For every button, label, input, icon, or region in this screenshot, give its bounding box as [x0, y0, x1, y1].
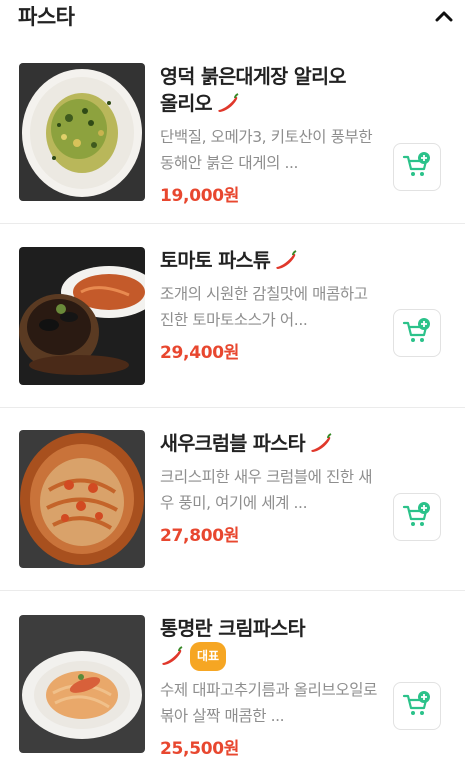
add-to-cart-button[interactable]: [393, 682, 441, 730]
menu-item[interactable]: 통명란 크림파스타 대표 수제 대파고추기름과 올리브오일로 볶아 살짝 매콤한…: [0, 591, 465, 781]
add-to-cart-button[interactable]: [393, 143, 441, 191]
section-header[interactable]: 파스타: [0, 0, 465, 34]
menu-item-name: 새우크럼블 파스타: [160, 430, 385, 460]
menu-item-photo: [19, 63, 145, 201]
add-to-cart-button[interactable]: [393, 493, 441, 541]
signature-badge: 대표: [190, 642, 227, 671]
menu-item-name-line1: 통명란 크림파스타: [160, 617, 306, 640]
menu-item-name-line1: 토마토 파스튜: [160, 249, 271, 272]
menu-item-photo: [19, 615, 145, 753]
menu-item[interactable]: 새우크럼블 파스타 크리스피한 새우 크럼블에 진한 새우 풍미, 여기에 세계…: [0, 408, 465, 591]
menu-item[interactable]: 영덕 붉은대게장 알리오 올리오 단백질, 오메가3, 키토산이 풍부한 동해안…: [0, 34, 465, 224]
cart-plus-icon: [402, 151, 432, 183]
chili-pepper-icon: [216, 93, 240, 120]
menu-item-price: 27,800원: [160, 526, 240, 546]
menu-item-photo: [19, 430, 145, 568]
menu-item-photo: [19, 247, 145, 385]
chili-pepper-icon: [160, 646, 184, 673]
chili-pepper-icon: [309, 433, 333, 460]
cart-plus-icon: [402, 690, 432, 722]
menu-item-name-line2: 올리오: [160, 92, 213, 115]
menu-item-name-line1: 영덕 붉은대게장 알리오: [160, 65, 346, 88]
menu-item-price: 19,000원: [160, 186, 240, 206]
add-to-cart-button[interactable]: [393, 309, 441, 357]
menu-item-name: 통명란 크림파스타 대표: [160, 615, 385, 673]
section-title: 파스타: [18, 5, 75, 29]
chevron-up-icon[interactable]: [433, 5, 455, 27]
chili-pepper-icon: [274, 250, 298, 277]
menu-item-description: 수제 대파고추기름과 올리브오일로 볶아 살짝 매콤한 ...: [160, 681, 377, 725]
menu-item[interactable]: 토마토 파스튜 조개의 시원한 감칠맛에 매콤하고 진한 토마토소스가 어...…: [0, 224, 465, 408]
menu-item-description: 크리스피한 새우 크럼블에 진한 새우 풍미, 여기에 세계 ...: [160, 468, 373, 512]
cart-plus-icon: [402, 317, 432, 349]
menu-item-description: 단백질, 오메가3, 키토산이 풍부한 동해안 붉은 대게의 ...: [160, 128, 373, 172]
cart-plus-icon: [402, 501, 432, 533]
menu-item-name-line1: 새우크럼블 파스타: [160, 432, 306, 455]
menu-item-name: 토마토 파스튜: [160, 247, 385, 277]
menu-item-price: 25,500원: [160, 739, 240, 759]
menu-item-description: 조개의 시원한 감칠맛에 매콤하고 진한 토마토소스가 어...: [160, 285, 368, 329]
menu-item-name: 영덕 붉은대게장 알리오 올리오: [160, 63, 385, 120]
menu-item-price: 29,400원: [160, 343, 240, 363]
